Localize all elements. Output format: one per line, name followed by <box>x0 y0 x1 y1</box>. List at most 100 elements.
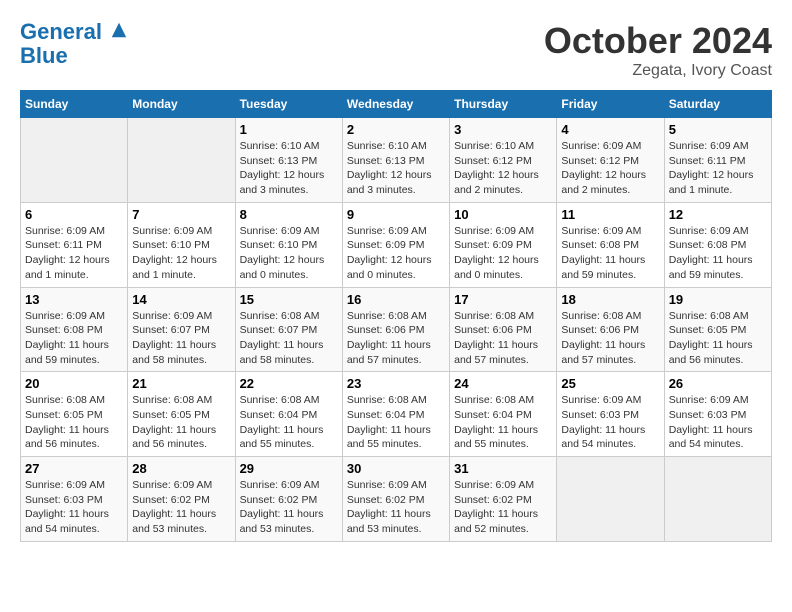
day-info: Sunrise: 6:08 AM Sunset: 6:04 PM Dayligh… <box>240 393 338 452</box>
calendar-cell: 5 Sunrise: 6:09 AM Sunset: 6:11 PM Daylig… <box>664 118 771 203</box>
day-number: 31 <box>454 461 552 476</box>
calendar-cell: 20Sunrise: 6:08 AM Sunset: 6:05 PM Dayli… <box>21 372 128 457</box>
day-number: 2 <box>347 122 445 137</box>
day-info: Sunrise: 6:09 AM Sunset: 6:07 PM Dayligh… <box>132 309 230 368</box>
day-info: Sunrise: 6:09 AM Sunset: 6:03 PM Dayligh… <box>669 393 767 452</box>
calendar-cell <box>128 118 235 203</box>
day-number: 8 <box>240 207 338 222</box>
weekday-header-tuesday: Tuesday <box>235 91 342 118</box>
day-info: Sunrise: 6:09 AM Sunset: 6:08 PM Dayligh… <box>25 309 123 368</box>
calendar-body: 1Sunrise: 6:10 AM Sunset: 6:13 PM Daylig… <box>21 118 772 542</box>
calendar-cell: 19 Sunrise: 6:08 AM Sunset: 6:05 PM Dayli… <box>664 287 771 372</box>
calendar-cell: 15 Sunrise: 6:08 AM Sunset: 6:07 PM Dayli… <box>235 287 342 372</box>
calendar-cell: 9 Sunrise: 6:09 AM Sunset: 6:09 PM Daylig… <box>342 202 449 287</box>
day-number: 15 <box>240 292 338 307</box>
day-number: 26 <box>669 376 767 391</box>
calendar-cell: 6 Sunrise: 6:09 AM Sunset: 6:11 PM Daylig… <box>21 202 128 287</box>
day-info: Sunrise: 6:09 AM Sunset: 6:03 PM Dayligh… <box>561 393 659 452</box>
day-number: 20 <box>25 376 123 391</box>
calendar-cell: 1Sunrise: 6:10 AM Sunset: 6:13 PM Daylig… <box>235 118 342 203</box>
weekday-header-monday: Monday <box>128 91 235 118</box>
calendar-cell: 3 Sunrise: 6:10 AM Sunset: 6:12 PM Daylig… <box>450 118 557 203</box>
day-number: 12 <box>669 207 767 222</box>
logo: General Blue <box>20 20 128 68</box>
day-info: Sunrise: 6:09 AM Sunset: 6:08 PM Dayligh… <box>561 224 659 283</box>
day-info: Sunrise: 6:09 AM Sunset: 6:08 PM Dayligh… <box>669 224 767 283</box>
day-info: Sunrise: 6:09 AM Sunset: 6:02 PM Dayligh… <box>132 478 230 537</box>
calendar-cell: 8 Sunrise: 6:09 AM Sunset: 6:10 PM Daylig… <box>235 202 342 287</box>
logo-text: General <box>20 20 128 44</box>
calendar-cell: 28 Sunrise: 6:09 AM Sunset: 6:02 PM Dayli… <box>128 457 235 542</box>
calendar-cell: 4 Sunrise: 6:09 AM Sunset: 6:12 PM Daylig… <box>557 118 664 203</box>
calendar-week-4: 20 Sunrise: 6:08 AM Sunset: 6:05 PM Dayli… <box>21 372 772 457</box>
calendar-cell: 27Sunrise: 6:09 AM Sunset: 6:03 PM Dayli… <box>21 457 128 542</box>
day-info: Sunrise: 6:09 AM Sunset: 6:10 PM Dayligh… <box>240 224 338 283</box>
calendar-cell: 24 Sunrise: 6:08 AM Sunset: 6:04 PM Dayli… <box>450 372 557 457</box>
calendar-cell: 18 Sunrise: 6:08 AM Sunset: 6:06 PM Dayli… <box>557 287 664 372</box>
day-info: Sunrise: 6:08 AM Sunset: 6:05 PM Dayligh… <box>132 393 230 452</box>
calendar-cell: 21Sunrise: 6:08 AM Sunset: 6:05 PM Dayli… <box>128 372 235 457</box>
day-number: 14 <box>132 292 230 307</box>
day-number: 28 <box>132 461 230 476</box>
day-number: 5 <box>669 122 767 137</box>
logo-general: General <box>20 19 102 44</box>
day-number: 17 <box>454 292 552 307</box>
day-info: Sunrise: 6:10 AM Sunset: 6:12 PM Dayligh… <box>454 139 552 198</box>
day-number: 4 <box>561 122 659 137</box>
day-number: 3 <box>454 122 552 137</box>
day-number: 10 <box>454 207 552 222</box>
logo-blue: Blue <box>20 44 128 68</box>
day-info: Sunrise: 6:10 AM Sunset: 6:13 PM Dayligh… <box>240 139 338 198</box>
calendar-week-5: 27Sunrise: 6:09 AM Sunset: 6:03 PM Dayli… <box>21 457 772 542</box>
day-number: 25 <box>561 376 659 391</box>
day-number: 24 <box>454 376 552 391</box>
day-info: Sunrise: 6:09 AM Sunset: 6:11 PM Dayligh… <box>25 224 123 283</box>
calendar-cell: 14 Sunrise: 6:09 AM Sunset: 6:07 PM Dayli… <box>128 287 235 372</box>
day-info: Sunrise: 6:08 AM Sunset: 6:05 PM Dayligh… <box>669 309 767 368</box>
calendar-cell: 13 Sunrise: 6:09 AM Sunset: 6:08 PM Dayli… <box>21 287 128 372</box>
day-number: 9 <box>347 207 445 222</box>
location-subtitle: Zegata, Ivory Coast <box>544 62 772 80</box>
day-info: Sunrise: 6:08 AM Sunset: 6:06 PM Dayligh… <box>561 309 659 368</box>
calendar-header: SundayMondayTuesdayWednesdayThursdayFrid… <box>21 91 772 118</box>
day-number: 13 <box>25 292 123 307</box>
weekday-header-friday: Friday <box>557 91 664 118</box>
calendar-cell: 25 Sunrise: 6:09 AM Sunset: 6:03 PM Dayli… <box>557 372 664 457</box>
day-info: Sunrise: 6:09 AM Sunset: 6:03 PM Dayligh… <box>25 478 123 537</box>
title-block: October 2024 Zegata, Ivory Coast <box>544 20 772 80</box>
calendar-cell <box>557 457 664 542</box>
calendar-cell: 22 Sunrise: 6:08 AM Sunset: 6:04 PM Dayli… <box>235 372 342 457</box>
weekday-header-saturday: Saturday <box>664 91 771 118</box>
day-info: Sunrise: 6:09 AM Sunset: 6:02 PM Dayligh… <box>240 478 338 537</box>
calendar-cell <box>664 457 771 542</box>
calendar-cell: 16 Sunrise: 6:08 AM Sunset: 6:06 PM Dayli… <box>342 287 449 372</box>
day-info: Sunrise: 6:08 AM Sunset: 6:04 PM Dayligh… <box>347 393 445 452</box>
calendar-cell: 10Sunrise: 6:09 AM Sunset: 6:09 PM Dayli… <box>450 202 557 287</box>
day-info: Sunrise: 6:09 AM Sunset: 6:12 PM Dayligh… <box>561 139 659 198</box>
calendar-cell: 2 Sunrise: 6:10 AM Sunset: 6:13 PM Daylig… <box>342 118 449 203</box>
day-number: 22 <box>240 376 338 391</box>
calendar-cell: 29 Sunrise: 6:09 AM Sunset: 6:02 PM Dayli… <box>235 457 342 542</box>
calendar-cell: 23Sunrise: 6:08 AM Sunset: 6:04 PM Dayli… <box>342 372 449 457</box>
calendar-cell: 11 Sunrise: 6:09 AM Sunset: 6:08 PM Dayli… <box>557 202 664 287</box>
month-title: October 2024 <box>544 20 772 62</box>
calendar-week-2: 6 Sunrise: 6:09 AM Sunset: 6:11 PM Daylig… <box>21 202 772 287</box>
day-info: Sunrise: 6:09 AM Sunset: 6:11 PM Dayligh… <box>669 139 767 198</box>
day-number: 30 <box>347 461 445 476</box>
day-number: 18 <box>561 292 659 307</box>
day-number: 29 <box>240 461 338 476</box>
calendar-week-1: 1Sunrise: 6:10 AM Sunset: 6:13 PM Daylig… <box>21 118 772 203</box>
day-number: 19 <box>669 292 767 307</box>
day-info: Sunrise: 6:08 AM Sunset: 6:04 PM Dayligh… <box>454 393 552 452</box>
day-info: Sunrise: 6:10 AM Sunset: 6:13 PM Dayligh… <box>347 139 445 198</box>
day-info: Sunrise: 6:08 AM Sunset: 6:07 PM Dayligh… <box>240 309 338 368</box>
day-number: 11 <box>561 207 659 222</box>
weekday-header-wednesday: Wednesday <box>342 91 449 118</box>
day-number: 16 <box>347 292 445 307</box>
day-info: Sunrise: 6:08 AM Sunset: 6:06 PM Dayligh… <box>347 309 445 368</box>
calendar-week-3: 13 Sunrise: 6:09 AM Sunset: 6:08 PM Dayli… <box>21 287 772 372</box>
day-info: Sunrise: 6:08 AM Sunset: 6:06 PM Dayligh… <box>454 309 552 368</box>
calendar-table: SundayMondayTuesdayWednesdayThursdayFrid… <box>20 90 772 542</box>
day-number: 6 <box>25 207 123 222</box>
day-info: Sunrise: 6:09 AM Sunset: 6:09 PM Dayligh… <box>347 224 445 283</box>
